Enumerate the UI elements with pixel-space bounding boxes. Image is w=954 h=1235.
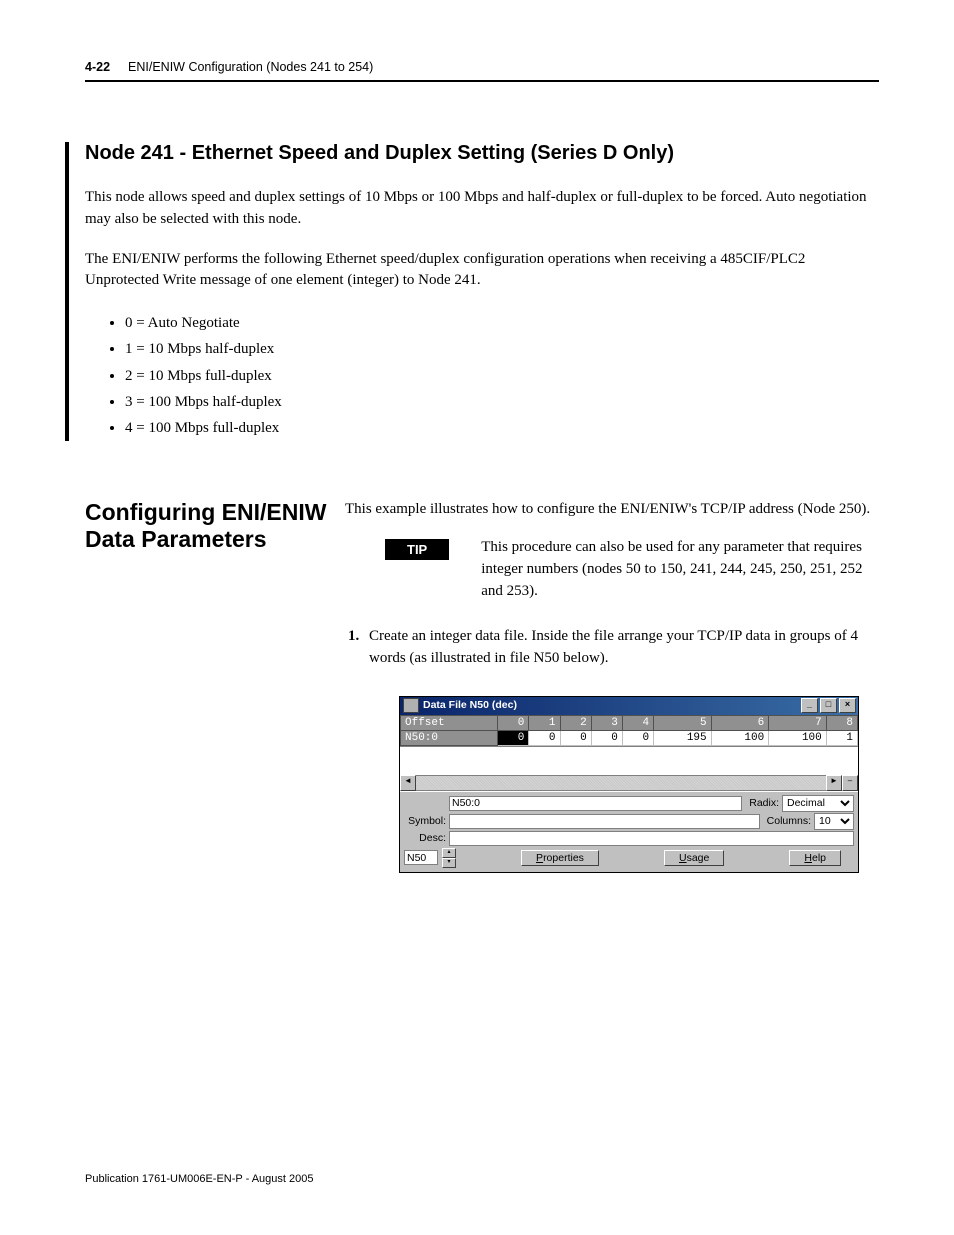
scroll-track[interactable] bbox=[416, 776, 826, 790]
file-spinner[interactable]: ▴▾ bbox=[442, 848, 456, 868]
tip-badge: TIP bbox=[385, 539, 449, 560]
cell[interactable]: 0 bbox=[622, 730, 653, 745]
scroll-right-icon[interactable]: ► bbox=[826, 775, 842, 791]
section2-intro: This example illustrates how to configur… bbox=[345, 499, 879, 521]
cell[interactable]: 0 bbox=[498, 730, 529, 745]
col-2: 2 bbox=[560, 715, 591, 730]
desc-input[interactable] bbox=[449, 831, 854, 846]
scroll-left-icon[interactable]: ◄ bbox=[400, 775, 416, 791]
data-file-window: Data File N50 (dec) _ □ × Offset 0 1 2 3 bbox=[399, 696, 859, 873]
cell[interactable]: 0 bbox=[560, 730, 591, 745]
section-heading-configuring: Configuring ENI/ENIW Data Parameters bbox=[85, 499, 345, 552]
cell[interactable]: 100 bbox=[711, 730, 769, 745]
spin-down-icon[interactable]: ▾ bbox=[442, 858, 456, 868]
help-button-label: elp bbox=[812, 852, 826, 864]
cell[interactable]: 100 bbox=[769, 730, 827, 745]
cell[interactable]: 1 bbox=[826, 730, 857, 745]
section1-para1: This node allows speed and duplex settin… bbox=[85, 187, 879, 231]
desc-label: Desc: bbox=[404, 832, 446, 844]
radix-label: Radix: bbox=[749, 797, 779, 809]
row-label[interactable]: N50:0 bbox=[401, 730, 498, 745]
usage-button[interactable]: Usage bbox=[664, 850, 724, 866]
col-offset: Offset bbox=[401, 715, 498, 730]
symbol-label: Symbol: bbox=[404, 815, 446, 827]
section-heading-node241: Node 241 - Ethernet Speed and Duplex Set… bbox=[85, 142, 879, 165]
properties-button-label: roperties bbox=[543, 852, 584, 864]
cell[interactable]: 0 bbox=[529, 730, 560, 745]
address-input[interactable] bbox=[449, 796, 742, 811]
page-number: 4-22 bbox=[85, 60, 110, 74]
grid-empty-area bbox=[400, 746, 858, 775]
tip-text: This procedure can also be used for any … bbox=[481, 537, 879, 602]
running-title: ENI/ENIW Configuration (Nodes 241 to 254… bbox=[128, 60, 373, 74]
col-4: 4 bbox=[622, 715, 653, 730]
help-button[interactable]: Help bbox=[789, 850, 841, 866]
window-titlebar[interactable]: Data File N50 (dec) _ □ × bbox=[400, 697, 858, 715]
symbol-input[interactable] bbox=[449, 814, 760, 829]
window-title: Data File N50 (dec) bbox=[423, 699, 517, 711]
columns-label: Columns: bbox=[767, 815, 811, 827]
maximize-button[interactable]: □ bbox=[820, 698, 837, 713]
section1-para2: The ENI/ENIW performs the following Ethe… bbox=[85, 249, 879, 293]
file-input[interactable] bbox=[404, 850, 438, 865]
window-lower-panel: Radix: Decimal Symbol: Columns: 10 Desc: bbox=[400, 791, 858, 872]
bullet-item: 0 = Auto Negotiate bbox=[125, 310, 879, 336]
col-5: 5 bbox=[654, 715, 712, 730]
columns-select[interactable]: 10 bbox=[814, 813, 854, 830]
cell[interactable]: 195 bbox=[654, 730, 712, 745]
data-grid: Offset 0 1 2 3 4 5 6 7 8 N50:0 bbox=[400, 715, 858, 746]
cell[interactable]: 0 bbox=[591, 730, 622, 745]
bullet-item: 3 = 100 Mbps half-duplex bbox=[125, 389, 879, 415]
col-1: 1 bbox=[529, 715, 560, 730]
publication-footer: Publication 1761-UM006E-EN-P - August 20… bbox=[85, 1173, 314, 1185]
col-0: 0 bbox=[498, 715, 529, 730]
usage-button-label: sage bbox=[687, 852, 710, 864]
grid-data-row[interactable]: N50:0 0 0 0 0 0 195 100 100 1 bbox=[401, 730, 858, 745]
col-8: 8 bbox=[826, 715, 857, 730]
col-6: 6 bbox=[711, 715, 769, 730]
speed-duplex-list: 0 = Auto Negotiate 1 = 10 Mbps half-dupl… bbox=[125, 310, 879, 441]
grid-header-row: Offset 0 1 2 3 4 5 6 7 8 bbox=[401, 715, 858, 730]
radix-select[interactable]: Decimal bbox=[782, 795, 854, 812]
horizontal-scrollbar[interactable]: ◄ ► – bbox=[400, 775, 858, 791]
close-button[interactable]: × bbox=[839, 698, 856, 713]
properties-button[interactable]: Properties bbox=[521, 850, 599, 866]
window-icon bbox=[403, 698, 419, 713]
step-1: Create an integer data file. Inside the … bbox=[363, 626, 879, 670]
bullet-item: 4 = 100 Mbps full-duplex bbox=[125, 415, 879, 441]
procedure-list: Create an integer data file. Inside the … bbox=[363, 626, 879, 670]
bullet-item: 1 = 10 Mbps half-duplex bbox=[125, 336, 879, 362]
spin-up-icon[interactable]: ▴ bbox=[442, 848, 456, 858]
minimize-button[interactable]: _ bbox=[801, 698, 818, 713]
col-3: 3 bbox=[591, 715, 622, 730]
page-header: 4-22 ENI/ENIW Configuration (Nodes 241 t… bbox=[85, 60, 879, 74]
scroll-extra-button[interactable]: – bbox=[842, 775, 858, 791]
header-rule bbox=[85, 80, 879, 82]
tip-callout: TIP This procedure can also be used for … bbox=[345, 537, 879, 602]
col-7: 7 bbox=[769, 715, 827, 730]
bullet-item: 2 = 10 Mbps full-duplex bbox=[125, 363, 879, 389]
